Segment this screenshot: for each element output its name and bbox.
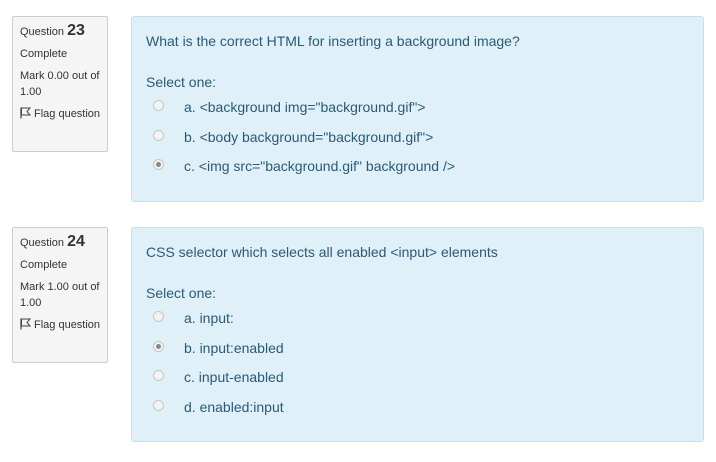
flag-question-link[interactable]: Flag question (20, 317, 101, 335)
radio-button[interactable] (153, 100, 164, 111)
question-content: CSS selector which selects all enabled <… (131, 227, 704, 442)
answer-option-c[interactable]: c. <img src="background.gif" background … (146, 156, 689, 186)
select-one-prompt: Select one: (146, 285, 217, 301)
answer-label: c. input-enabled (184, 369, 284, 385)
flag-question-link[interactable]: Flag question (20, 106, 101, 124)
answer-option-d[interactable]: d. enabled:input (146, 397, 689, 427)
radio-button[interactable] (153, 340, 164, 352)
radio-button[interactable] (153, 129, 164, 141)
answer-option-a[interactable]: a. <background img="background.gif"> (146, 97, 689, 127)
flag-icon (20, 318, 32, 335)
answer-label: c. <img src="background.gif" background … (184, 158, 456, 174)
answer-label: b. <body background="background.gif"> (184, 128, 434, 145)
answer-label: b. input:enabled (184, 339, 284, 356)
question-grade: Mark 0.00 out of 1.00 (20, 70, 100, 98)
question-state: Complete (20, 48, 68, 60)
answer-label: d. enabled:input (184, 398, 284, 415)
answer-option-b[interactable]: b. <body background="background.gif"> (146, 127, 689, 157)
question-label: Question (20, 26, 65, 38)
question-grade: Mark 1.00 out of 1.00 (20, 281, 100, 309)
question-text: CSS selector which selects all enabled <… (146, 244, 498, 260)
radio-button[interactable] (153, 399, 164, 411)
question-label: Question (20, 237, 65, 249)
answer-option-b[interactable]: b. input:enabled (146, 338, 689, 368)
question-state: Complete (20, 259, 68, 271)
question-text: What is the correct HTML for inserting a… (146, 33, 520, 49)
select-one-prompt: Select one: (146, 74, 217, 90)
answer-option-a[interactable]: a. input: (146, 308, 689, 338)
answer-list: a. input: b. input:enabled c. input-enab… (146, 308, 689, 426)
radio-button[interactable] (153, 370, 164, 381)
answer-option-c[interactable]: c. input-enabled (146, 367, 689, 397)
question-number-value: 24 (67, 233, 85, 250)
answer-list: a. <background img="background.gif"> b. … (146, 97, 689, 186)
radio-button[interactable] (153, 311, 164, 322)
question-info: Question 23 Complete Mark 0.00 out of 1.… (12, 16, 108, 152)
question-number: Question 23 (20, 23, 101, 40)
answer-label: a. <background img="background.gif"> (184, 99, 426, 115)
flag-label: Flag question (34, 319, 101, 331)
question-number-value: 23 (67, 22, 85, 39)
question-number: Question 24 (20, 234, 101, 251)
question-info: Question 24 Complete Mark 1.00 out of 1.… (12, 227, 108, 363)
question-content: What is the correct HTML for inserting a… (131, 16, 704, 202)
radio-button[interactable] (153, 159, 164, 170)
flag-icon (20, 107, 32, 124)
answer-label: a. input: (184, 310, 234, 326)
flag-label: Flag question (34, 108, 101, 120)
